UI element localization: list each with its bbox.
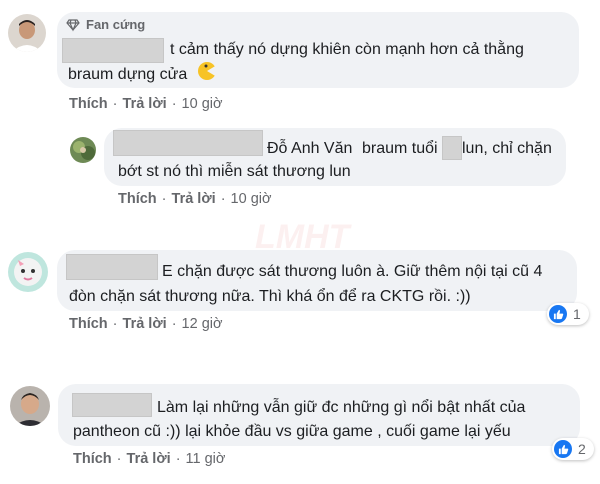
reply-link[interactable]: Trả lời [172, 191, 216, 207]
comment-actions: Thích · Trả lời · 10 giờ [118, 191, 272, 207]
like-icon [554, 440, 572, 458]
comment-text: lun, chỉ chặn [462, 140, 552, 157]
redacted-name [113, 130, 263, 156]
comment-text: t cảm thấy nó dựng khiên còn mạnh hơn cả… [170, 41, 524, 58]
comment-text: bớt st nó thì miễn sát thương lun [118, 163, 351, 180]
comment-text: đòn chặn sát thương nữa. Thì khá ổn để r… [69, 288, 471, 305]
diamond-icon [66, 18, 80, 37]
redacted-text [442, 136, 462, 160]
reaction-count: 2 [578, 441, 586, 457]
like-link[interactable]: Thích [73, 451, 112, 467]
redacted-name [62, 38, 164, 63]
reply-link[interactable]: Trả lời [123, 316, 167, 332]
comment-text: pantheon cũ :)) lại khỏe đầu vs giữa gam… [73, 423, 511, 440]
comment-actions: Thích · Trả lời · 11 giờ [73, 451, 226, 467]
comment-actions: Thích · Trả lời · 12 giờ [69, 316, 223, 332]
like-link[interactable]: Thích [69, 316, 108, 332]
timestamp[interactable]: 10 giờ [182, 96, 223, 112]
reply-link[interactable]: Trả lời [127, 451, 171, 467]
redacted-name [66, 254, 158, 280]
like-link[interactable]: Thích [118, 191, 157, 207]
reply-tag-name[interactable]: Đỗ Anh Văn [267, 136, 352, 161]
reaction-summary[interactable]: 2 [552, 438, 594, 460]
avatar[interactable] [70, 137, 96, 163]
pacman-emoji-icon [197, 61, 217, 86]
comment-text: Làm lại những vẫn giữ đc những gì nổi bậ… [157, 399, 526, 416]
avatar[interactable] [8, 14, 46, 52]
comment-text: braum tuổi [362, 140, 438, 157]
fan-badge-label: Fan cứng [86, 17, 146, 32]
reaction-count: 1 [573, 306, 581, 322]
like-icon [549, 305, 567, 323]
avatar[interactable] [8, 252, 48, 292]
comment-text: braum dựng cửa [68, 66, 188, 83]
reply-link[interactable]: Trả lời [123, 96, 167, 112]
comment-text: E chặn được sát thương luôn à. Giữ thêm … [162, 263, 543, 280]
redacted-name [72, 393, 152, 417]
timestamp[interactable]: 10 giờ [231, 191, 272, 207]
like-link[interactable]: Thích [69, 96, 108, 112]
comment-actions: Thích · Trả lời · 10 giờ [69, 96, 223, 112]
avatar[interactable] [10, 386, 50, 426]
timestamp[interactable]: 11 giờ [186, 451, 226, 467]
timestamp[interactable]: 12 giờ [182, 316, 223, 332]
reaction-summary[interactable]: 1 [547, 303, 589, 325]
